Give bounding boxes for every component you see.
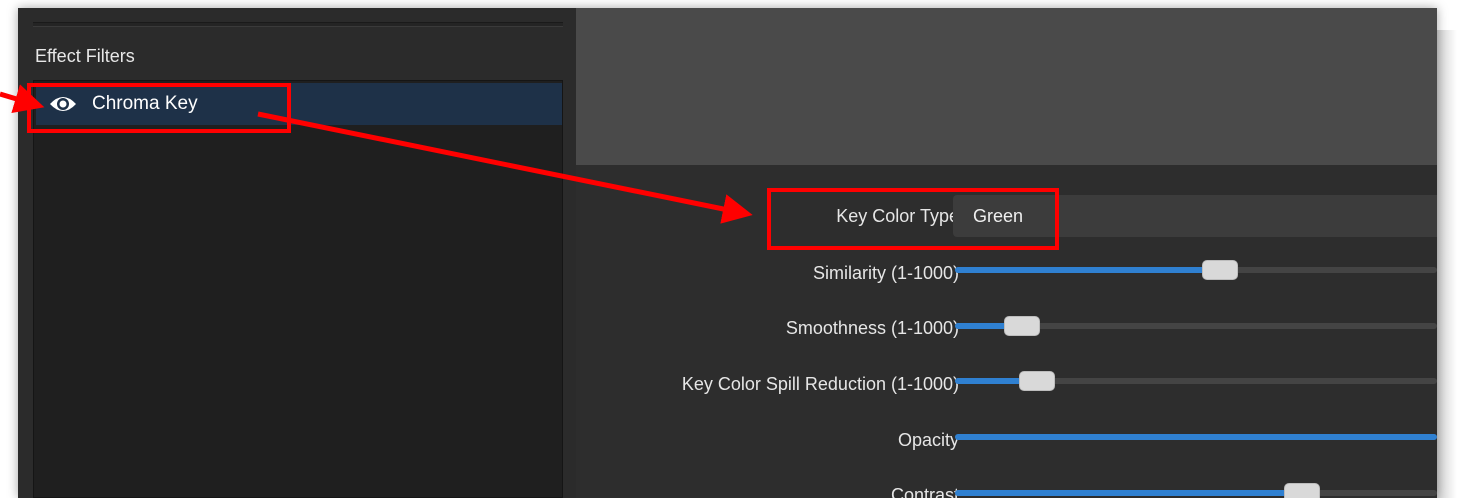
similarity-label: Similarity (1-1000) [812,263,959,283]
opacity-label: Opacity [897,430,959,450]
annotation-box-key-color-type [767,188,1059,250]
similarity-slider-handle[interactable] [1202,260,1239,280]
spill-reduction-label: Key Color Spill Reduction (1-1000) [681,374,959,394]
contrast-label: Contrast [890,485,959,498]
effect-filters-title: Effect Filters [35,46,135,66]
contrast-slider-handle[interactable] [1284,483,1321,498]
effect-filters-list[interactable]: Chroma Key [33,80,563,498]
similarity-slider[interactable] [955,260,1437,280]
opacity-slider[interactable] [955,434,1437,440]
filters-window: Effect Filters Chroma Key [18,8,1437,498]
similarity-slider-fill [955,267,1221,273]
smoothness-slider-handle[interactable] [1004,316,1041,336]
panel-separator [33,22,563,27]
smoothness-slider[interactable] [955,316,1437,336]
contrast-slider[interactable] [955,483,1437,498]
effect-filters-panel: Effect Filters Chroma Key [18,8,576,498]
window-shadow [1437,30,1457,498]
opacity-slider-fill [955,434,1437,440]
filter-preview [576,8,1437,165]
spill-reduction-slider[interactable] [955,371,1437,391]
smoothness-label: Smoothness (1-1000) [785,318,959,338]
spill-reduction-slider-handle[interactable] [1018,371,1055,391]
annotation-box-chroma-key [27,83,291,133]
contrast-slider-fill [955,490,1303,496]
